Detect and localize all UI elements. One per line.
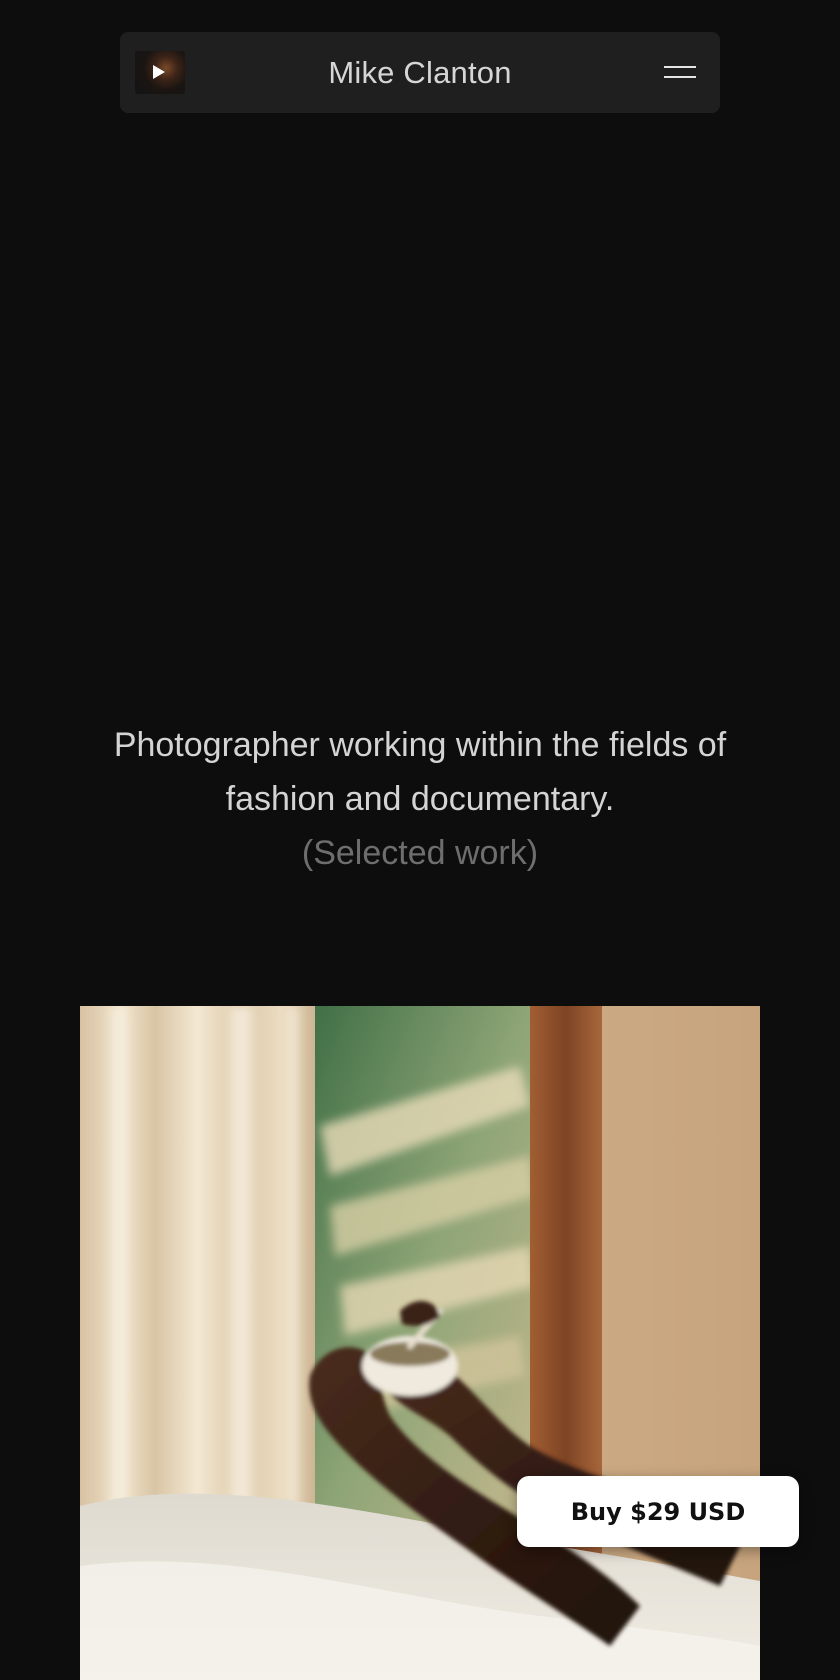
page: Mike Clanton Photographer working within…: [0, 0, 840, 1680]
menu-button[interactable]: [660, 54, 700, 90]
buy-button[interactable]: Buy $29 USD: [517, 1476, 799, 1547]
hamburger-menu-icon: [664, 66, 696, 68]
site-header: Mike Clanton: [120, 32, 720, 113]
buy-button-label: Buy $29 USD: [570, 1497, 746, 1526]
intro-text: Photographer working within the fields o…: [60, 718, 780, 880]
play-icon: [153, 65, 165, 79]
site-title[interactable]: Mike Clanton: [328, 55, 511, 91]
intro-line-2: fashion and documentary.: [225, 780, 615, 818]
intro-line-1: Photographer working within the fields o…: [113, 726, 727, 764]
featured-photo[interactable]: [80, 1006, 760, 1680]
selected-work-label: (Selected work): [301, 834, 539, 872]
video-thumbnail-button[interactable]: [135, 51, 185, 94]
